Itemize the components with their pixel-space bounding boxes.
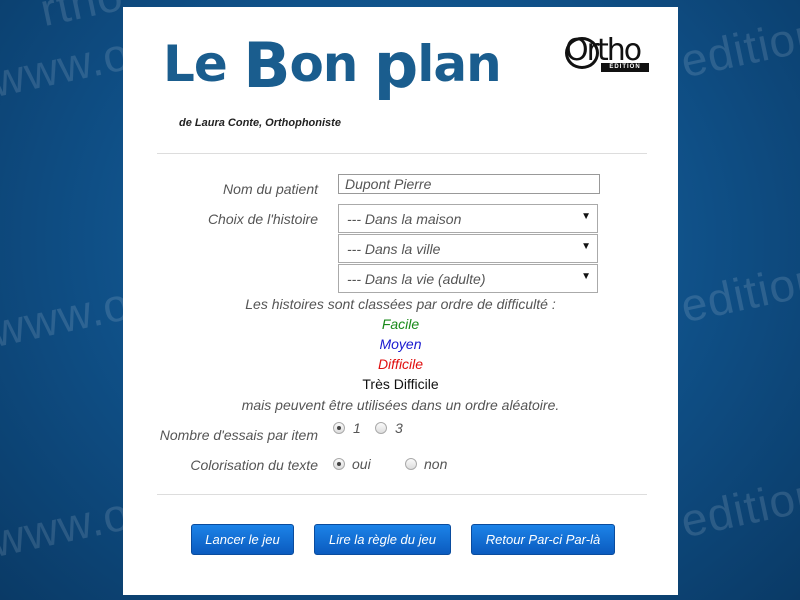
select-value: --- Dans la vie (adulte) <box>347 271 486 287</box>
story-label: Choix de l'histoire <box>207 211 318 227</box>
attempts-option-label: 1 <box>353 420 361 436</box>
story-select-1[interactable]: --- Dans la maison ▼ <box>338 204 598 233</box>
attempts-option-label: 3 <box>395 420 403 436</box>
attempts-radio-3[interactable] <box>375 422 387 434</box>
main-panel: Le Bon plan de Laura Conte, Orthophonist… <box>123 7 678 595</box>
select-value: --- Dans la ville <box>347 241 441 257</box>
level-moyen: Moyen <box>379 336 422 352</box>
attempts-radio-1[interactable] <box>333 422 345 434</box>
divider <box>157 153 647 154</box>
watermark-text: www.o <box>0 486 135 568</box>
colorisation-option-label: oui <box>352 456 371 472</box>
level-difficile: Difficile <box>377 356 424 372</box>
dropdown-arrow-icon: ▼ <box>581 241 591 252</box>
colorisation-radio-non[interactable] <box>405 458 417 470</box>
colorisation-label: Colorisation du texte <box>190 457 318 473</box>
watermark-text: edition <box>676 6 800 88</box>
level-tres-difficile: Très Difficile <box>362 376 439 392</box>
colorisation-radio-oui[interactable] <box>333 458 345 470</box>
select-value: --- Dans la maison <box>347 211 462 227</box>
dropdown-arrow-icon: ▼ <box>581 211 591 222</box>
watermark-text: www.o <box>0 276 135 358</box>
back-button[interactable]: Retour Par-ci Par-là <box>471 524 615 555</box>
watermark-text: edition <box>676 251 800 333</box>
dropdown-arrow-icon: ▼ <box>581 271 591 282</box>
difficulty-outro: mais peuvent être utilisées dans un ordr… <box>241 397 560 413</box>
story-select-2[interactable]: --- Dans la ville ▼ <box>338 234 598 263</box>
attempts-label: Nombre d'essais par item <box>159 427 318 443</box>
watermark-text: www.o <box>0 26 135 108</box>
watermark-text: edition <box>676 466 800 548</box>
author-subtitle: de Laura Conte, Orthophoniste <box>179 117 341 129</box>
colorisation-option-label: non <box>424 456 448 472</box>
patient-name-input[interactable]: Dupont Pierre <box>338 174 600 194</box>
level-facile: Facile <box>381 316 420 332</box>
read-rules-button[interactable]: Lire la règle du jeu <box>314 524 451 555</box>
ortho-edition-logo: Ortho ÉDITION <box>565 27 651 73</box>
difficulty-intro: Les histoires sont classées par ordre de… <box>245 296 556 312</box>
app-logo-title: Le Bon plan <box>163 29 502 102</box>
divider <box>157 494 647 495</box>
brand-sub: ÉDITION <box>601 63 649 72</box>
patient-label: Nom du patient <box>223 181 318 197</box>
start-game-button[interactable]: Lancer le jeu <box>191 524 294 555</box>
story-select-3[interactable]: --- Dans la vie (adulte) ▼ <box>338 264 598 293</box>
